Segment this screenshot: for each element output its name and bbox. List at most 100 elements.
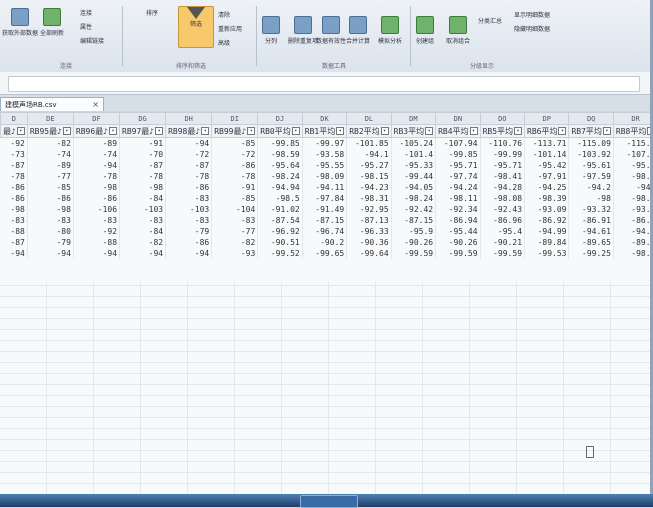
table-row-cell[interactable]: -103 [120,204,166,215]
table-row-cell[interactable]: -98.39 [525,193,569,204]
table-row-cell[interactable]: -82 [120,237,166,248]
table-row-cell[interactable]: -82 [212,237,258,248]
table-row-cell[interactable]: -98.59 [258,149,302,160]
table-row-cell[interactable]: -98.9 [613,248,653,259]
filter-dropdown-icon[interactable]: ▾ [292,127,300,135]
table-row-cell[interactable]: -78 [212,171,258,182]
table-row-cell[interactable]: -115.09 [569,138,613,149]
table-row-cell[interactable]: -89 [73,138,119,149]
table-row-cell[interactable]: -99.52 [258,248,302,259]
table-row-cell[interactable]: -87.54 [258,215,302,226]
table-row-cell[interactable]: -98.24 [258,171,302,182]
table-row-cell[interactable]: -99.99 [480,149,524,160]
table-row-cell[interactable]: -103 [166,204,212,215]
table-row-cell[interactable]: -90.21 [480,237,524,248]
filter-dropdown-icon[interactable]: ▾ [17,127,25,135]
table-row-cell[interactable]: -95.4 [480,226,524,237]
table-row-cell[interactable]: -86 [1,193,28,204]
show-detail-button[interactable]: 显示明细数据 [514,10,550,19]
edit-links-button[interactable]: 编辑链接 [80,36,104,45]
field-header-cell[interactable]: 最♪▾ [1,125,28,138]
table-row-cell[interactable]: -83 [212,215,258,226]
table-row-cell[interactable]: -87 [166,160,212,171]
table-row-cell[interactable]: -94.05 [391,182,435,193]
table-row-cell[interactable]: -86.91 [569,215,613,226]
document-tab[interactable]: 建模声场RB.csv × [0,97,104,111]
field-header-cell[interactable]: RB6平均▾ [525,125,569,138]
close-icon[interactable]: × [92,98,99,112]
table-row-cell[interactable]: -86.96 [480,215,524,226]
table-row-cell[interactable]: -87.13 [347,215,391,226]
table-row-cell[interactable]: -78 [120,171,166,182]
field-header-cell[interactable]: RB8平均▾ [613,125,653,138]
table-row-cell[interactable]: -99.97 [302,138,346,149]
table-row-cell[interactable]: -93 [212,248,258,259]
reapply-button[interactable]: 重新应用 [218,24,242,33]
table-row-cell[interactable]: -92.42 [391,204,435,215]
filter-dropdown-icon[interactable]: ▾ [201,127,209,135]
table-row-cell[interactable]: -97.84 [302,193,346,204]
field-header-cell[interactable]: RB1平均▾ [302,125,346,138]
table-row-cell[interactable]: -94.28 [480,182,524,193]
filter-dropdown-icon[interactable]: ▾ [381,127,389,135]
table-row-cell[interactable]: -83 [166,193,212,204]
field-header-cell[interactable]: RB4平均▾ [436,125,480,138]
column-header-cell[interactable]: DK [302,113,346,125]
table-row-cell[interactable]: -89.5 [613,237,653,248]
column-header-cell[interactable]: DM [391,113,435,125]
filter-button[interactable]: 筛选 [178,6,214,48]
field-header-cell[interactable]: RB3平均▾ [391,125,435,138]
table-row-cell[interactable]: -97.74 [436,171,480,182]
table-row-cell[interactable]: -90.51 [258,237,302,248]
table-row-cell[interactable]: -98.24 [391,193,435,204]
table-row-cell[interactable]: -107.94 [436,138,480,149]
table-row-cell[interactable]: -91 [120,138,166,149]
table-row-cell[interactable]: -98.41 [480,171,524,182]
filter-dropdown-icon[interactable]: ▾ [514,127,522,135]
table-row-cell[interactable]: -87.15 [391,215,435,226]
table-row-cell[interactable]: -88 [73,237,119,248]
table-row-cell[interactable]: -94 [73,160,119,171]
table-row-cell[interactable]: -83 [27,215,73,226]
table-row-cell[interactable]: -78 [166,171,212,182]
table-row-cell[interactable]: -94.24 [436,182,480,193]
table-row-cell[interactable]: -90.26 [436,237,480,248]
table-row-cell[interactable]: -94 [166,138,212,149]
table-row-cell[interactable]: -94 [27,248,73,259]
table-row-cell[interactable]: -99.59 [436,248,480,259]
table-row-cell[interactable]: -93.2 [613,204,653,215]
table-row-cell[interactable]: -99.85 [258,138,302,149]
consolidate-button[interactable]: 合并计算 [346,16,370,45]
table-row-cell[interactable]: -94.2 [569,182,613,193]
filter-dropdown-icon[interactable]: ▾ [109,127,117,135]
table-row-cell[interactable]: -99.44 [391,171,435,182]
field-header-cell[interactable]: RB2平均▾ [347,125,391,138]
remove-duplicates-button[interactable]: 删除重复项 [288,16,318,45]
table-row-cell[interactable]: -96.33 [347,226,391,237]
table-row-cell[interactable]: -104 [212,204,258,215]
table-row-cell[interactable]: -86 [212,160,258,171]
table-row-cell[interactable]: -77 [212,226,258,237]
filter-dropdown-icon[interactable]: ▾ [155,127,163,135]
filter-dropdown-icon[interactable]: ▾ [470,127,478,135]
table-row-cell[interactable]: -82 [27,138,73,149]
table-row-cell[interactable]: -94.11 [302,182,346,193]
table-row-cell[interactable]: -98 [1,204,28,215]
table-row-cell[interactable]: -74 [27,149,73,160]
table-row-cell[interactable]: -97.91 [525,171,569,182]
column-header-cell[interactable]: DF [73,113,119,125]
column-header-cell[interactable]: DI [212,113,258,125]
table-row-cell[interactable]: -95.61 [569,160,613,171]
spreadsheet-grid[interactable]: DDEDFDGDHDIDJDKDLDMDNDODPDQDR最♪▾RB95最♪▾R… [0,112,653,494]
data-validation-button[interactable]: 数据有效性 [316,16,346,45]
column-header-cell[interactable]: DE [27,113,73,125]
table-row-cell[interactable]: -83 [1,215,28,226]
table-row-cell[interactable]: -95.42 [525,160,569,171]
table-row-cell[interactable]: -93.09 [525,204,569,215]
field-header-cell[interactable]: RB96最♪▾ [73,125,119,138]
table-row-cell[interactable]: -98.09 [302,171,346,182]
connections-button[interactable]: 连接 [80,8,92,17]
table-row-cell[interactable]: -113.71 [525,138,569,149]
table-row-cell[interactable]: -98 [27,204,73,215]
table-row-cell[interactable]: -87 [1,237,28,248]
